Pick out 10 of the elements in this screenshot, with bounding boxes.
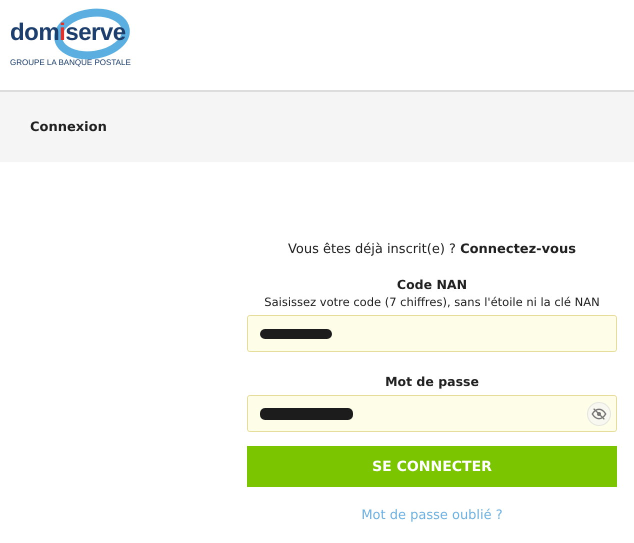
forgot-password-link[interactable]: Mot de passe oublié ? [361,508,503,523]
connect-button[interactable]: SE CONNECTER [247,446,617,487]
field-hint: Saisissez votre code (7 chiffres), sans l'étoile ni la clé NAN [264,295,600,309]
field-label: Mot de passe [385,374,479,389]
intro-text: Vous êtes déjà inscrit(e) ? Connectez-vous [288,242,576,257]
password-field[interactable] [247,395,617,432]
field-label: Code NAN [396,277,468,292]
page-title: Connexion [30,120,107,134]
input-field[interactable] [247,315,617,352]
hidden-eye-icon[interactable] [587,402,611,426]
